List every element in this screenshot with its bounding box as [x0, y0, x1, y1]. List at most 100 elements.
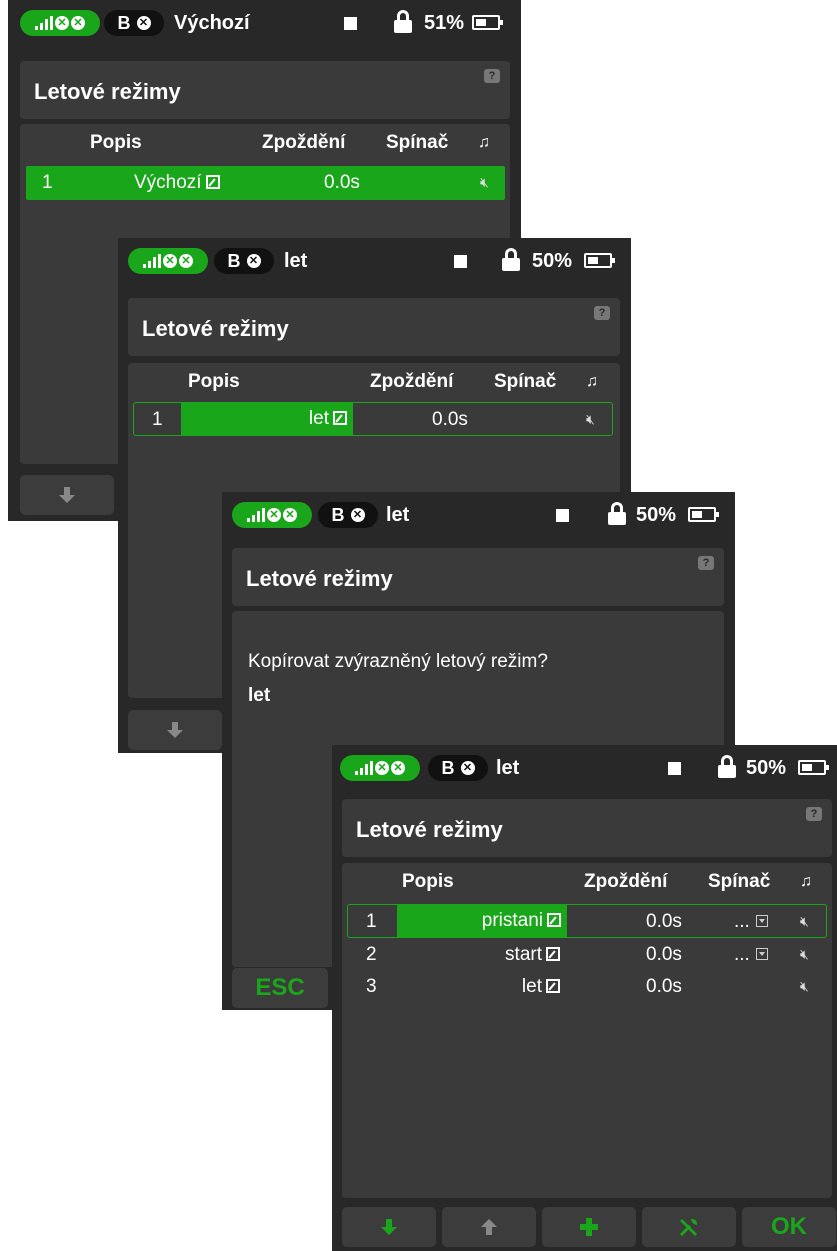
lock-icon[interactable] [502, 248, 520, 272]
model-name: let [496, 757, 520, 779]
column-header-switch: Spínač [494, 371, 557, 392]
battery-icon [688, 507, 719, 522]
stop-square-icon [556, 509, 569, 522]
receiver-pill[interactable]: B ✕ [318, 502, 378, 528]
mode-switch[interactable]: ... [734, 911, 768, 933]
sound-column-icon: ♫ [800, 873, 812, 890]
close-circle-icon: ✕ [246, 254, 261, 268]
edit-icon [547, 913, 561, 927]
sound-column-icon: ♫ [586, 373, 598, 390]
receiver-pill[interactable]: B ✕ [104, 10, 164, 36]
table-row[interactable]: 2 start 0.0s ... 🔇︎ [347, 938, 827, 972]
battery-percent: 50% [636, 504, 677, 526]
row-number: 3 [366, 976, 377, 997]
mode-delay[interactable]: 0.0s [646, 911, 682, 933]
telemetry-signal-pill[interactable]: ✕ ✕ [20, 10, 100, 36]
lock-icon[interactable] [394, 10, 412, 34]
title-box: Letové režimy ? [232, 548, 724, 606]
status-bar: ✕ ✕ B ✕ let 50% [118, 238, 631, 282]
speaker-muted-icon[interactable]: 🔇︎ [800, 913, 809, 930]
close-circle-icon: ✕ [136, 16, 151, 30]
battery-icon [584, 253, 615, 268]
mode-name-highlight[interactable]: pristani [397, 905, 567, 937]
arrow-down-icon [381, 1219, 397, 1235]
mode-delay[interactable]: 0.0s [646, 976, 682, 998]
telemetry-signal-pill[interactable]: ✕ ✕ [232, 502, 312, 528]
sound-column-icon: ♫ [478, 134, 490, 151]
signal-bars-icon [355, 761, 373, 775]
model-name: let [284, 250, 308, 272]
speaker-muted-icon[interactable]: 🔇︎ [800, 978, 809, 995]
esc-button[interactable]: ESC [232, 968, 328, 1008]
help-icon[interactable]: ? [484, 69, 500, 83]
mode-name: let [309, 408, 347, 430]
receiver-pill[interactable]: B ✕ [214, 248, 274, 274]
speaker-muted-icon[interactable]: 🔇︎ [586, 411, 595, 428]
mode-delay[interactable]: 0.0s [646, 944, 682, 966]
receiver-label: B [441, 757, 455, 778]
mode-name[interactable]: Výchozí [134, 172, 220, 194]
model-name: let [386, 504, 410, 526]
receiver-pill[interactable]: B ✕ [428, 755, 488, 781]
row-number: 1 [42, 172, 53, 193]
settings-button[interactable] [642, 1207, 736, 1247]
title-box: Letové režimy ? [128, 298, 620, 356]
close-circle-icon: ✕ [163, 254, 177, 268]
column-header-delay: Zpoždění [370, 371, 454, 392]
move-down-button[interactable] [342, 1207, 436, 1247]
column-header-description: Popis [188, 371, 240, 392]
mode-name[interactable]: start [505, 944, 560, 966]
column-header-delay: Zpoždění [262, 132, 346, 153]
mode-name[interactable]: let [522, 976, 560, 998]
move-down-button[interactable] [20, 475, 114, 515]
add-button[interactable] [542, 1207, 636, 1247]
signal-bars-icon [35, 16, 53, 30]
speaker-muted-icon[interactable]: 🔇︎ [800, 946, 809, 963]
mode-delay[interactable]: 0.0s [432, 409, 468, 431]
lock-icon[interactable] [718, 755, 736, 779]
arrow-down-icon [59, 487, 75, 503]
dropdown-icon [755, 948, 768, 960]
wrench-icon [680, 1218, 698, 1236]
screen-4: ✕ ✕ B ✕ let 50% Letové režimy ? Popis Zpo… [332, 745, 837, 1251]
battery-icon [798, 760, 829, 775]
move-down-button[interactable] [128, 710, 222, 750]
row-number: 2 [366, 944, 377, 965]
receiver-label: B [117, 12, 131, 33]
telemetry-signal-pill[interactable]: ✕ ✕ [128, 248, 208, 274]
page-title: Letové režimy [142, 316, 289, 341]
close-circle-icon: ✕ [350, 508, 365, 522]
battery-percent: 50% [532, 250, 573, 272]
table-row[interactable]: 1 Výchozí 0.0s 🔇︎ [26, 166, 505, 200]
stop-square-icon [344, 17, 357, 30]
battery-icon [472, 15, 503, 30]
arrow-up-icon [481, 1219, 497, 1235]
receiver-label: B [331, 504, 345, 525]
dialog-mode-name: let [248, 685, 271, 706]
table-row[interactable]: 1 let 0.0s 🔇︎ [133, 402, 613, 436]
signal-bars-icon [143, 254, 161, 268]
mode-switch[interactable]: ... [734, 944, 768, 966]
mode-delay[interactable]: 0.0s [324, 172, 360, 194]
mode-name-highlight[interactable]: let [181, 403, 353, 435]
edit-icon [205, 175, 220, 189]
telemetry-signal-pill[interactable]: ✕ ✕ [340, 755, 420, 781]
status-bar: ✕ ✕ B ✕ let 50% [222, 492, 735, 536]
status-bar: ✕ ✕ B ✕ let 50% [332, 745, 837, 789]
ok-button[interactable]: OK [742, 1207, 836, 1247]
table-row[interactable]: 3 let 0.0s 🔇︎ [347, 970, 827, 1004]
lock-icon[interactable] [608, 502, 626, 526]
speaker-muted-icon[interactable]: 🔇︎ [480, 174, 489, 191]
table-row[interactable]: 1 pristani 0.0s ... 🔇︎ [347, 904, 827, 938]
row-number: 1 [366, 911, 377, 932]
column-header-switch: Spínač [708, 871, 771, 892]
help-icon[interactable]: ? [594, 306, 610, 320]
stop-square-icon [454, 255, 467, 268]
close-circle-icon: ✕ [71, 16, 85, 30]
help-icon[interactable]: ? [698, 556, 714, 570]
edit-icon [546, 947, 560, 961]
mode-name: pristani [482, 910, 561, 932]
help-icon[interactable]: ? [806, 807, 822, 821]
move-up-button[interactable] [442, 1207, 536, 1247]
signal-bars-icon [247, 508, 265, 522]
